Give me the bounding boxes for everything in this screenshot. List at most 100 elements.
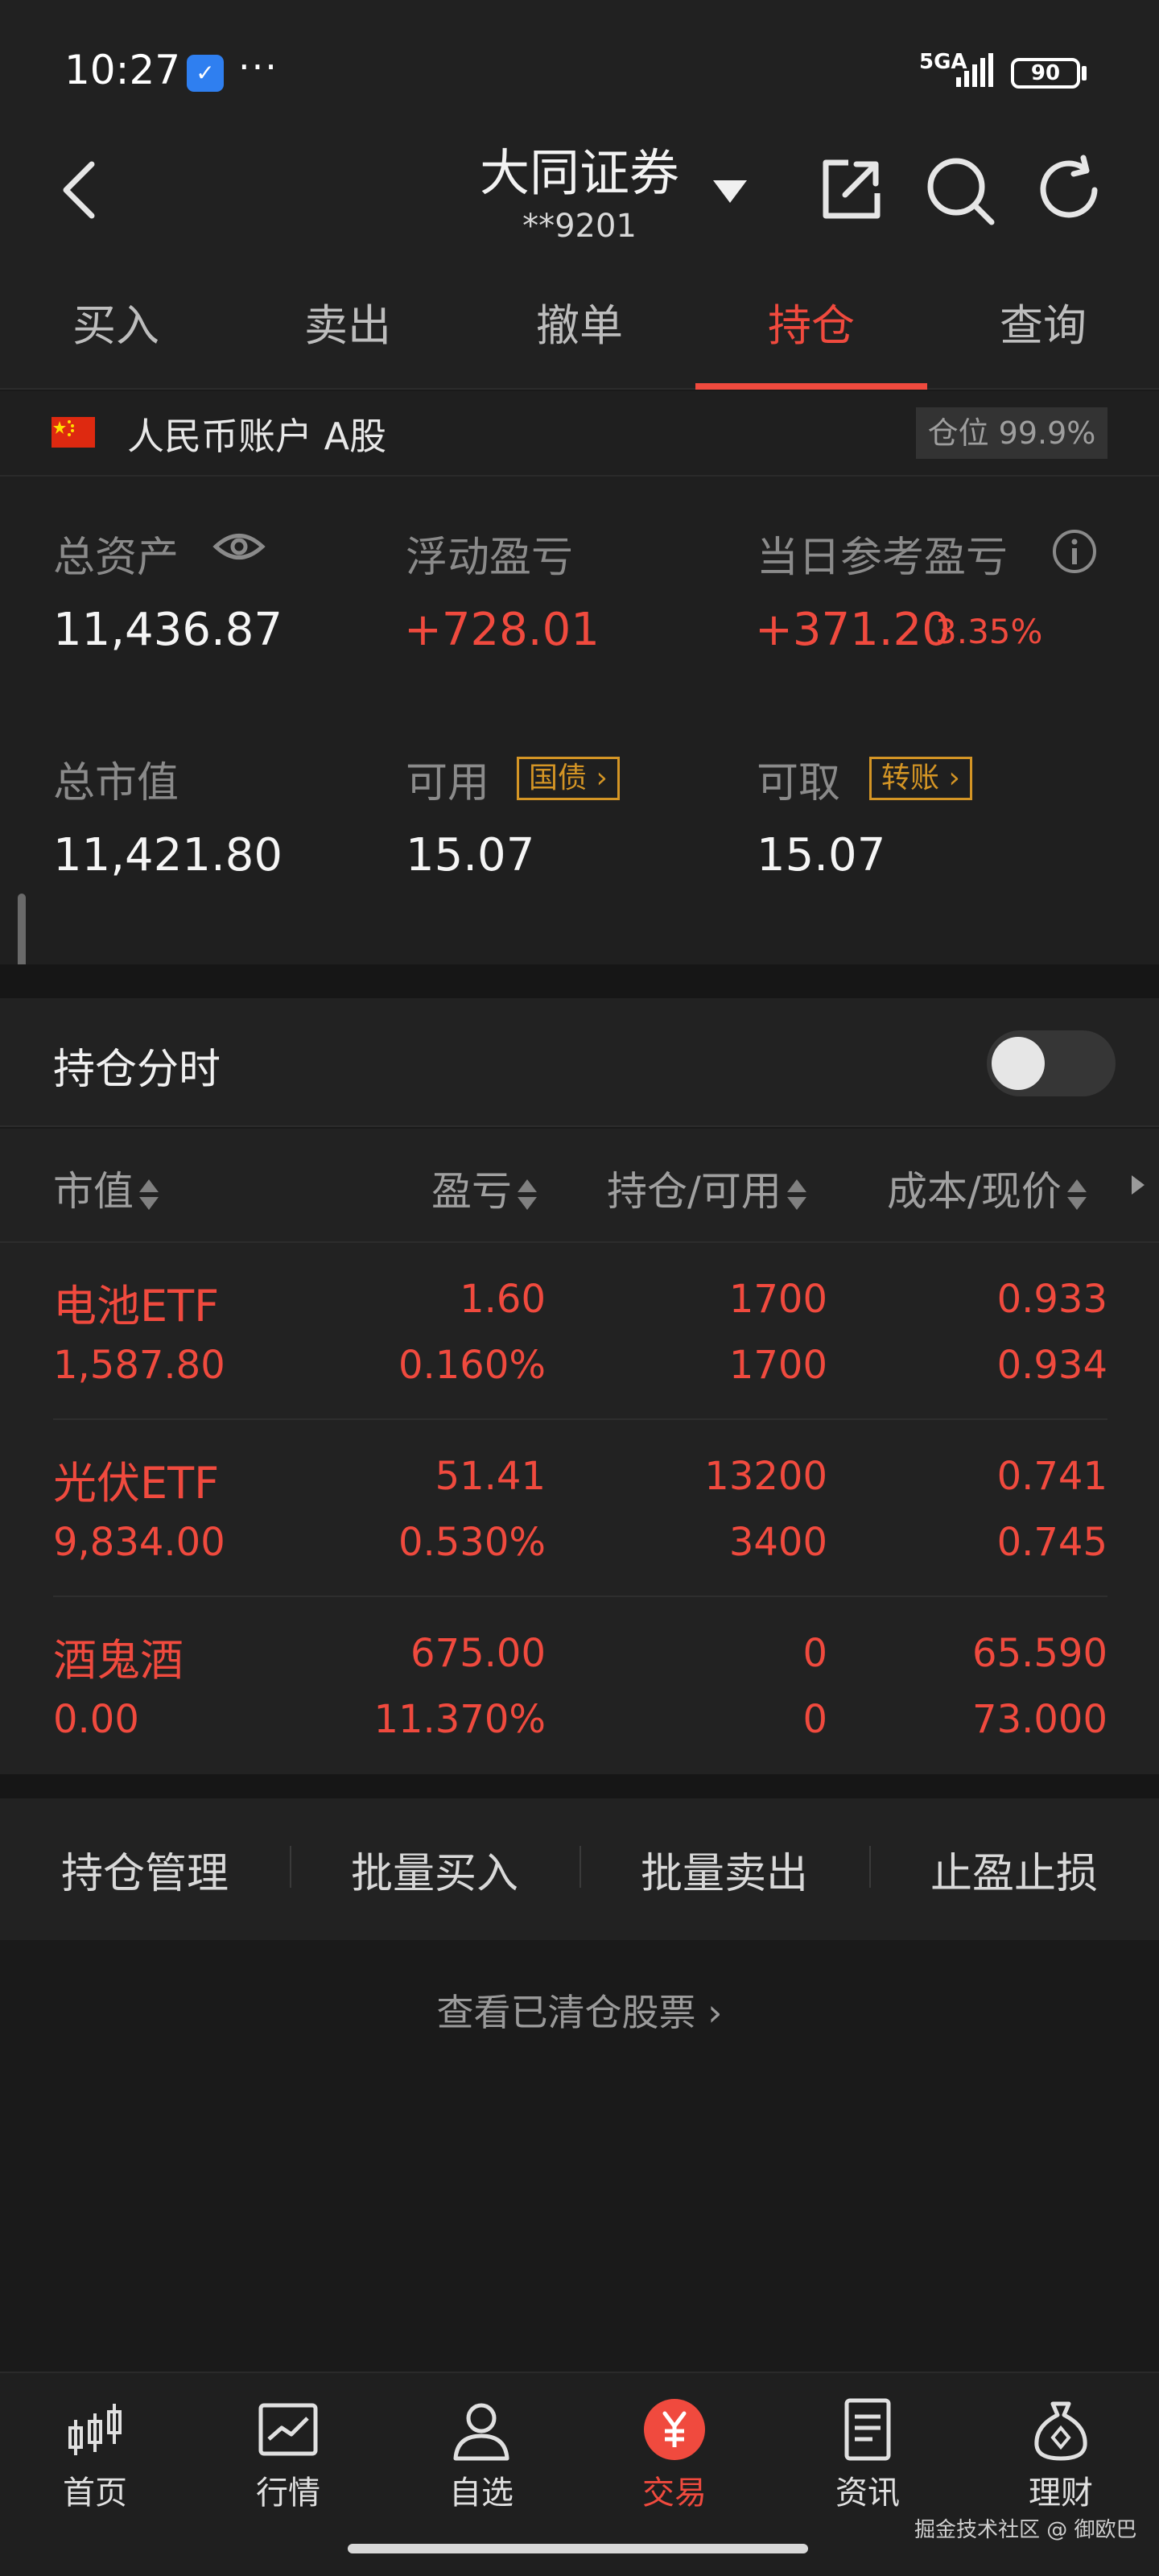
stock-pl-pct: 11.370% [373, 1697, 546, 1742]
cleared-stocks-link[interactable]: 查看已清仓股票 › [0, 1984, 1159, 2037]
sort-icon [518, 1179, 537, 1210]
nav-home-label: 首页 [63, 2475, 127, 2512]
col-cost-price[interactable]: 成本/现价 [887, 1159, 1089, 1217]
treasury-bond-label: 国债 [529, 762, 588, 795]
broker-title[interactable]: 大同证券 [419, 132, 740, 204]
market-value-label: 总市值 [53, 759, 179, 807]
battery-indicator: 90 [1011, 58, 1080, 89]
toggle-knob[interactable] [992, 1037, 1045, 1090]
stock-pl-pct: 0.530% [398, 1520, 546, 1565]
refresh-icon[interactable] [1033, 155, 1106, 227]
stock-market-value: 0.00 [53, 1697, 139, 1742]
floating-pl-value: +728.01 [404, 604, 600, 656]
stock-pl: 675.00 [410, 1631, 546, 1676]
stock-cost: 0.741 [996, 1454, 1107, 1499]
table-row[interactable]: 酒鬼酒 0.00 675.00 11.370% 0 0 65.590 73.00… [0, 1597, 1159, 1774]
tab-holdings[interactable]: 持仓 [695, 266, 927, 390]
battery-tip [1082, 66, 1087, 80]
stock-holding: 1700 [728, 1277, 827, 1322]
stock-name: 光伏ETF [53, 1458, 220, 1509]
nav-trade[interactable]: 交易 [594, 2396, 755, 2513]
trade-tabs: 买入 卖出 撤单 持仓 查询 [0, 266, 1159, 390]
nav-news[interactable]: 资讯 [787, 2396, 948, 2513]
col-cost-price-label: 成本/现价 [887, 1168, 1062, 1215]
col-holding-available[interactable]: 持仓/可用 [607, 1159, 809, 1217]
share-icon[interactable] [816, 155, 885, 224]
stock-available: 1700 [728, 1343, 827, 1388]
cleared-stocks-label: 查看已清仓股票 [436, 1991, 696, 2034]
batch-buy-button[interactable]: 批量买入 [290, 1839, 580, 1900]
stock-market-value: 9,834.00 [53, 1520, 225, 1565]
batch-sell-button[interactable]: 批量卖出 [580, 1839, 869, 1900]
position-ratio-badge: 仓位 99.9% [916, 407, 1107, 459]
more-notifications-icon: ··· [238, 45, 278, 89]
stock-name: 酒鬼酒 [53, 1635, 184, 1686]
tab-sell[interactable]: 卖出 [232, 266, 464, 390]
transfer-button[interactable]: 转账 › [869, 757, 972, 800]
watermark: 掘金技术社区 @ 御欧巴 [914, 2518, 1137, 2542]
dropdown-caret-icon[interactable] [710, 175, 750, 208]
nav-news-label: 资讯 [835, 2475, 900, 2512]
stock-cost: 0.933 [996, 1277, 1107, 1322]
market-value: 11,421.80 [53, 829, 283, 881]
daily-pl-value: +371.20 [755, 604, 951, 656]
nav-wealth-label: 理财 [1029, 2475, 1093, 2512]
account-number: **9201 [522, 208, 637, 245]
col-profit-loss[interactable]: 盈亏 [431, 1159, 539, 1217]
tab-query[interactable]: 查询 [927, 266, 1159, 390]
nav-home[interactable]: 首页 [14, 2396, 175, 2513]
stock-price: 0.745 [996, 1520, 1107, 1565]
holdings-table: 电池ETF 1,587.80 1.60 0.160% 1700 1700 0.9… [0, 1243, 1159, 1774]
holdings-actions: 持仓管理 批量买入 批量卖出 止盈止损 [0, 1798, 1159, 1940]
manage-holdings-button[interactable]: 持仓管理 [0, 1839, 290, 1900]
chevron-right-icon: › [707, 1991, 723, 2034]
table-row[interactable]: 光伏ETF 9,834.00 51.41 0.530% 13200 3400 0… [0, 1420, 1159, 1597]
sort-icon [786, 1179, 806, 1210]
table-row[interactable]: 电池ETF 1,587.80 1.60 0.160% 1700 1700 0.9… [0, 1243, 1159, 1420]
stop-profit-loss-button[interactable]: 止盈止损 [869, 1839, 1159, 1900]
account-label: 人民币账户 A股 [127, 415, 387, 458]
section-gap [0, 964, 1159, 998]
col-profit-loss-label: 盈亏 [431, 1168, 512, 1215]
nav-watchlist-label: 自选 [449, 2475, 514, 2512]
home-indicator[interactable] [348, 2544, 808, 2553]
stock-pl-pct: 0.160% [398, 1343, 546, 1388]
daily-pl-percent: 3.35% [935, 612, 1043, 651]
status-time: 10:27 [64, 47, 181, 93]
nav-market[interactable]: 行情 [208, 2396, 369, 2513]
candlestick-icon [68, 2404, 122, 2455]
eye-icon[interactable] [212, 526, 266, 567]
document-icon [844, 2398, 891, 2461]
total-assets-value: 11,436.87 [53, 604, 283, 656]
stock-pl: 1.60 [460, 1277, 546, 1322]
floating-pl-label: 浮动盈亏 [406, 534, 574, 582]
nav-trade-label: 交易 [642, 2475, 707, 2512]
search-icon[interactable] [924, 155, 996, 227]
realtime-holdings-label: 持仓分时 [53, 1046, 221, 1094]
signal-icon [956, 53, 993, 87]
back-icon[interactable] [56, 158, 105, 222]
tab-buy[interactable]: 买入 [0, 266, 232, 390]
tab-cancel-order[interactable]: 撤单 [464, 266, 695, 390]
available-label: 可用 [406, 759, 490, 807]
notification-app-icon: ✓ [187, 55, 224, 92]
stock-holding: 0 [802, 1631, 827, 1676]
daily-pl-label: 当日参考盈亏 [757, 534, 1008, 582]
stock-holding: 13200 [704, 1454, 827, 1499]
transfer-label: 转账 [881, 762, 940, 795]
stock-price: 0.934 [996, 1343, 1107, 1388]
sort-icon [139, 1179, 159, 1210]
chart-icon [258, 2403, 318, 2456]
treasury-bond-button[interactable]: 国债 › [517, 757, 620, 800]
col-holding-available-label: 持仓/可用 [607, 1168, 782, 1215]
withdrawable-label: 可取 [757, 759, 841, 807]
yuan-icon [644, 2399, 705, 2460]
stock-pl: 51.41 [435, 1454, 546, 1499]
info-icon[interactable] [1051, 528, 1098, 575]
col-market-value[interactable]: 市值 [53, 1159, 161, 1217]
available-value: 15.07 [406, 829, 535, 881]
nav-watchlist[interactable]: 自选 [401, 2396, 562, 2513]
section-gap [0, 1774, 1159, 1798]
scroll-right-icon[interactable] [1128, 1172, 1148, 1198]
nav-wealth[interactable]: 理财 [980, 2396, 1141, 2513]
